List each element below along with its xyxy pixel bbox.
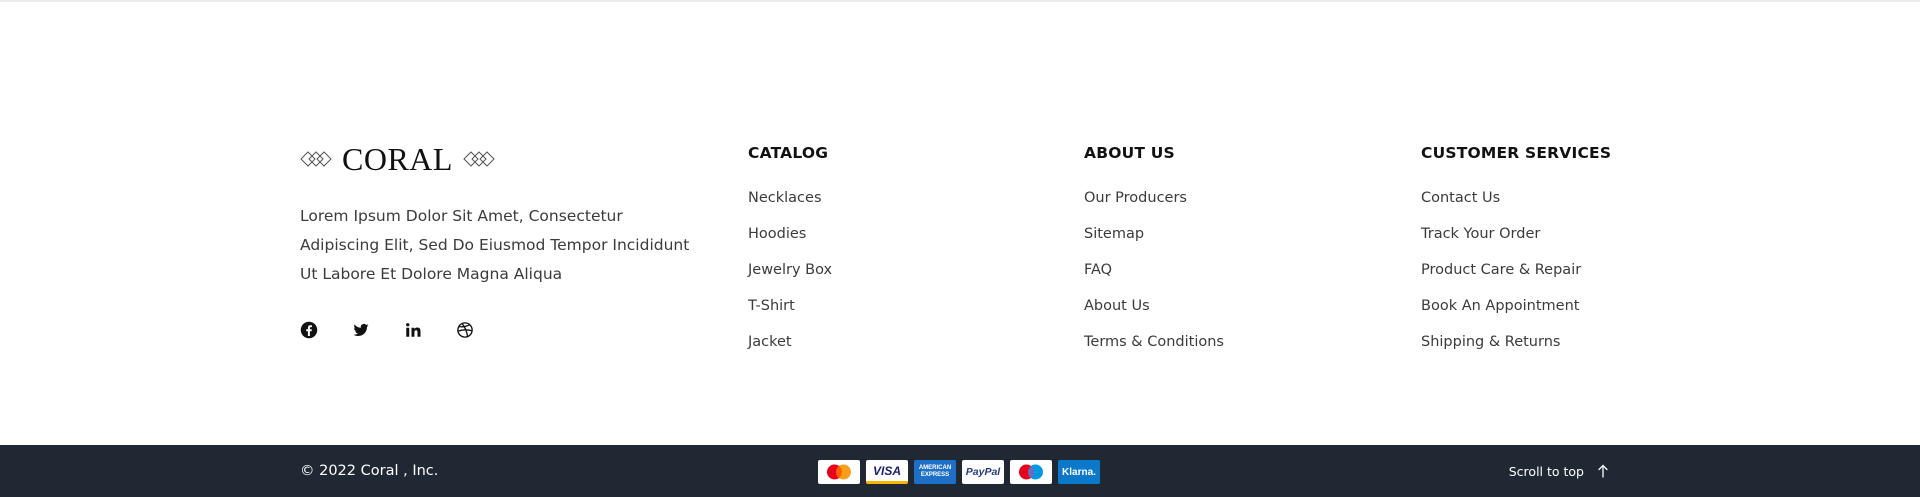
twitter-link[interactable]: [352, 319, 404, 341]
customer-services-heading: CUSTOMER SERVICES: [1421, 144, 1612, 162]
customer-services-column: CUSTOMER SERVICES Contact Us Track Your …: [1421, 143, 1611, 367]
paypal-icon: PayPal: [962, 460, 1004, 484]
link-label[interactable]: Sitemap: [1084, 226, 1144, 242]
catalog-link-jewelry-box[interactable]: Jewelry Box: [748, 259, 832, 295]
about-links: Our Producers Sitemap FAQ About Us Terms…: [1084, 187, 1224, 367]
mastercard-icon: [818, 460, 860, 484]
dribbble-icon: [457, 322, 473, 338]
link-label[interactable]: Jewelry Box: [748, 262, 832, 278]
link-label[interactable]: Product Care & Repair: [1421, 262, 1581, 278]
arrow-up-icon: [1598, 464, 1608, 478]
about-link-our-producers[interactable]: Our Producers: [1084, 187, 1224, 223]
cs-link-book-appointment[interactable]: Book An Appointment: [1421, 295, 1611, 331]
amex-icon: AMERICAN EXPRESS: [914, 460, 956, 484]
facebook-icon: [300, 321, 318, 339]
link-label[interactable]: Necklaces: [748, 190, 822, 206]
link-label[interactable]: Contact Us: [1421, 190, 1500, 206]
link-label[interactable]: Terms & Conditions: [1084, 334, 1224, 350]
link-label[interactable]: Jacket: [748, 334, 792, 350]
amex-label-line2: EXPRESS: [920, 472, 950, 478]
link-label[interactable]: Book An Appointment: [1421, 298, 1579, 314]
about-link-terms[interactable]: Terms & Conditions: [1084, 331, 1224, 367]
scroll-to-top-button[interactable]: Scroll to top: [1509, 445, 1610, 497]
catalog-links: Necklaces Hoodies Jewelry Box T-Shirt Ja…: [748, 187, 832, 367]
copyright-text: © 2022 Coral , Inc.: [300, 463, 439, 479]
link-label[interactable]: Track Your Order: [1421, 226, 1540, 242]
paypal-label: PayPal: [965, 466, 1001, 478]
about-link-sitemap[interactable]: Sitemap: [1084, 223, 1224, 259]
payment-methods: VISA AMERICAN EXPRESS PayPal Klarna.: [818, 460, 1100, 484]
diamond-ornament-left-icon: [300, 151, 332, 167]
catalog-heading: CATALOG: [748, 144, 829, 162]
social-links: [300, 319, 700, 341]
scroll-to-top-label: Scroll to top: [1508, 463, 1584, 479]
twitter-icon: [353, 323, 369, 337]
maestro-icon: [1010, 460, 1052, 484]
linkedin-icon: [406, 323, 421, 337]
link-label[interactable]: About Us: [1084, 298, 1150, 314]
catalog-column: CATALOG Necklaces Hoodies Jewelry Box T-…: [748, 143, 832, 367]
klarna-label: Klarna.: [1062, 466, 1096, 478]
about-heading: ABOUT US: [1084, 144, 1175, 162]
cs-link-contact-us[interactable]: Contact Us: [1421, 187, 1611, 223]
about-column: ABOUT US Our Producers Sitemap FAQ About…: [1084, 143, 1224, 367]
catalog-link-hoodies[interactable]: Hoodies: [748, 223, 832, 259]
visa-icon: VISA: [866, 460, 908, 484]
link-label[interactable]: FAQ: [1084, 262, 1112, 278]
visa-label: VISA: [872, 463, 901, 478]
facebook-link[interactable]: [300, 319, 352, 341]
amex-label-line1: AMERICAN: [918, 465, 952, 471]
cs-link-track-order[interactable]: Track Your Order: [1421, 223, 1611, 259]
catalog-link-necklaces[interactable]: Necklaces: [748, 187, 832, 223]
catalog-link-t-shirt[interactable]: T-Shirt: [748, 295, 832, 331]
link-label[interactable]: Our Producers: [1084, 190, 1187, 206]
dribbble-link[interactable]: [456, 319, 508, 341]
brand-block: CORAL Lorem Ipsum Dolor Sit Amet, Consec…: [300, 140, 700, 341]
catalog-link-jacket[interactable]: Jacket: [748, 331, 832, 367]
link-label[interactable]: T-Shirt: [748, 298, 795, 314]
logo-text: CORAL: [342, 141, 453, 177]
link-label[interactable]: Shipping & Returns: [1421, 334, 1560, 350]
about-link-about-us[interactable]: About Us: [1084, 295, 1224, 331]
linkedin-link[interactable]: [404, 319, 456, 341]
bottom-bar: © 2022 Coral , Inc. VISA AMERICAN EXPRES…: [0, 445, 1920, 497]
about-link-faq[interactable]: FAQ: [1084, 259, 1224, 295]
cs-link-shipping-returns[interactable]: Shipping & Returns: [1421, 331, 1611, 367]
customer-services-links: Contact Us Track Your Order Product Care…: [1421, 187, 1611, 367]
klarna-icon: Klarna.: [1058, 460, 1100, 484]
logo[interactable]: CORAL: [300, 140, 700, 178]
diamond-ornament-right-icon: [463, 151, 495, 167]
brand-description: Lorem Ipsum Dolor Sit Amet, Consectetur …: [300, 207, 690, 283]
footer-main: CORAL Lorem Ipsum Dolor Sit Amet, Consec…: [0, 0, 1920, 445]
link-label[interactable]: Hoodies: [748, 226, 806, 242]
cs-link-product-care[interactable]: Product Care & Repair: [1421, 259, 1611, 295]
